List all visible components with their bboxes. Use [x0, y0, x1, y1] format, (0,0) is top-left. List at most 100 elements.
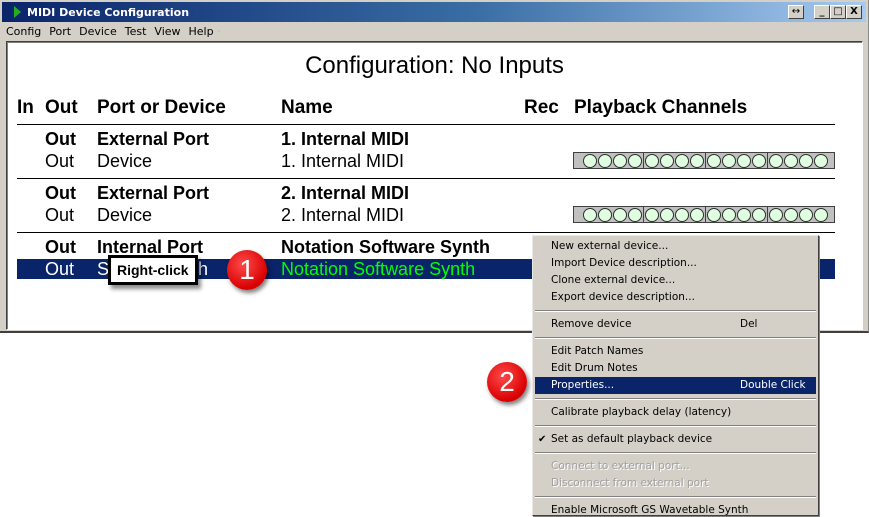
row-out: Out	[45, 183, 76, 203]
channel-led-3[interactable]	[613, 153, 627, 168]
group-divider	[17, 178, 835, 179]
channel-led-14[interactable]	[784, 153, 798, 168]
channel-led-14[interactable]	[784, 207, 798, 222]
channel-led-10[interactable]	[722, 207, 736, 222]
channel-led-6[interactable]	[660, 207, 674, 222]
channel-led-10[interactable]	[722, 153, 736, 168]
window-title: MIDI Device Configuration	[27, 5, 190, 19]
channel-led-13[interactable]	[769, 207, 783, 222]
app-play-icon	[14, 6, 21, 18]
menu-view[interactable]: View	[150, 25, 184, 38]
resize-button[interactable]: ↔	[788, 5, 804, 19]
channel-led-9[interactable]	[707, 153, 721, 168]
menu-item-edit-drum-notes[interactable]: Edit Drum Notes	[535, 360, 816, 377]
channel-led-8[interactable]	[690, 207, 704, 222]
menu-item-shortcut: Double Click	[740, 379, 806, 391]
channel-led-7[interactable]	[675, 153, 689, 168]
minimize-button[interactable]: _	[814, 5, 830, 19]
channel-led-8[interactable]	[690, 153, 704, 168]
channel-led-12[interactable]	[752, 153, 766, 168]
channel-led-4[interactable]	[628, 153, 642, 168]
row-name: 2. Internal MIDI	[281, 183, 410, 203]
menu-port[interactable]: Port	[45, 25, 75, 38]
channel-led-5[interactable]	[645, 153, 659, 168]
channel-led-16[interactable]	[814, 153, 828, 168]
channel-led-1[interactable]	[583, 207, 597, 222]
row-out: Out	[45, 129, 76, 149]
menu-item-import-device-description[interactable]: Import Device description...	[535, 255, 816, 272]
channel-led-12[interactable]	[752, 207, 766, 222]
menu-item-label: Calibrate playback delay (latency)	[551, 406, 732, 418]
row-out: Out	[45, 237, 76, 257]
context-menu: New external device... Import Device desc…	[532, 235, 819, 516]
channel-led-16[interactable]	[814, 207, 828, 222]
menu-item-label: Set as default playback device	[551, 433, 713, 445]
channel-led-11[interactable]	[737, 153, 751, 168]
channel-led-9[interactable]	[707, 207, 721, 222]
menu-item-label: Edit Drum Notes	[551, 362, 638, 374]
row-name: Notation Software Synth	[281, 259, 476, 279]
playback-channels-strip[interactable]	[573, 152, 835, 169]
header-out: Out	[45, 97, 78, 118]
menu-item-properties[interactable]: Properties... Double Click	[535, 377, 816, 394]
channel-led-1[interactable]	[583, 153, 597, 168]
channel-led-4[interactable]	[628, 207, 642, 222]
channel-group	[583, 207, 644, 222]
menu-item-disconnect-from-external-port: Disconnect from external port	[535, 475, 816, 492]
channel-led-11[interactable]	[737, 207, 751, 222]
playback-channels-strip[interactable]	[573, 206, 835, 223]
menu-item-enable-microsoft-gs-wavetable-synth[interactable]: Enable Microsoft GS Wavetable Synth	[535, 502, 816, 517]
config-title: Configuration: No Inputs	[305, 52, 564, 79]
row-out: Out	[45, 205, 75, 225]
channel-group	[706, 207, 768, 222]
channel-led-7[interactable]	[675, 207, 689, 222]
menu-item-label: Properties...	[551, 379, 615, 391]
menu-item-clone-external-device[interactable]: Clone external device...	[535, 272, 816, 289]
channel-group	[644, 207, 706, 222]
channel-led-15[interactable]	[799, 207, 813, 222]
menu-help[interactable]: Help	[185, 25, 218, 38]
row-type: External Port	[97, 129, 210, 149]
channel-led-2[interactable]	[598, 207, 612, 222]
menu-bar: Config Port Device Test View Help ·	[2, 22, 220, 41]
menu-test[interactable]: Test	[121, 25, 151, 38]
channel-led-3[interactable]	[613, 207, 627, 222]
menu-separator	[535, 310, 816, 312]
menu-item-remove-device[interactable]: Remove device Del	[535, 316, 816, 333]
maximize-button[interactable]: □	[830, 5, 846, 19]
row-type: Device	[97, 205, 153, 225]
menu-item-export-device-description[interactable]: Export device description...	[535, 289, 816, 306]
channel-led-6[interactable]	[660, 153, 674, 168]
row-type: Device	[97, 151, 153, 171]
menu-item-label: Enable Microsoft GS Wavetable Synth	[551, 504, 749, 516]
channel-led-2[interactable]	[598, 153, 612, 168]
menu-item-label: Import Device description...	[551, 257, 697, 269]
checkmark-icon: ✔	[538, 434, 547, 445]
header-divider	[17, 124, 835, 125]
menu-config[interactable]: Config	[2, 25, 45, 38]
channel-led-15[interactable]	[799, 153, 813, 168]
menu-item-shortcut: Del	[740, 318, 758, 330]
menu-device[interactable]: Device	[75, 25, 121, 38]
menu-item-calibrate-playback-delay-latency[interactable]: Calibrate playback delay (latency)	[535, 404, 816, 421]
menu-separator	[535, 452, 816, 454]
step-1-badge: 1	[227, 250, 267, 290]
menu-item-new-external-device[interactable]: New external device...	[535, 238, 816, 255]
channel-led-5[interactable]	[645, 207, 659, 222]
header-in: In	[17, 97, 34, 118]
row-name: 2. Internal MIDI	[281, 205, 405, 225]
close-button[interactable]: X	[846, 5, 862, 19]
menu-item-set-as-default-playback-device[interactable]: ✔ Set as default playback device	[535, 431, 816, 448]
header-name: Name	[281, 97, 333, 118]
channel-led-13[interactable]	[769, 153, 783, 168]
title-bar[interactable]: MIDI Device Configuration ↔ _ □ X	[2, 2, 866, 22]
menu-separator	[535, 496, 816, 498]
row-name: 1. Internal MIDI	[281, 151, 405, 171]
row-out: Out	[45, 259, 75, 279]
row-out: Out	[45, 151, 75, 171]
menu-item-edit-patch-names[interactable]: Edit Patch Names	[535, 343, 816, 360]
menu-item-label: New external device...	[551, 240, 669, 252]
group-divider	[17, 232, 835, 233]
channel-group	[706, 153, 768, 168]
menu-item-label: Disconnect from external port	[551, 477, 709, 489]
